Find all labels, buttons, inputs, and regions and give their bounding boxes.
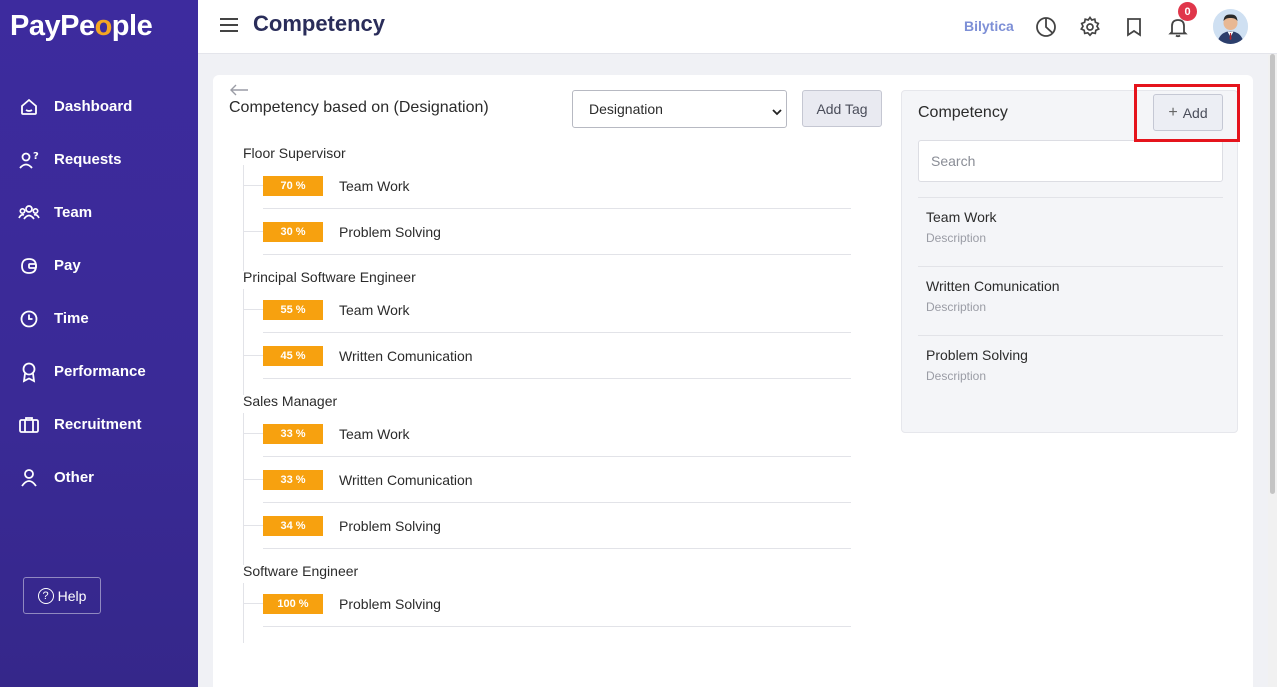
designation-select[interactable]: Designation [572, 90, 787, 128]
main-panel: Competency based on (Designation) Design… [213, 75, 1253, 687]
list-item: 33 % Team Work [243, 411, 851, 457]
help-label: Help [57, 587, 87, 604]
select-value: Designation [589, 101, 663, 117]
sidebar-item-performance[interactable]: Performance [0, 345, 198, 398]
designation-name: Software Engineer [243, 563, 359, 579]
chevron-down-icon [772, 104, 782, 116]
skill-name: Team Work [339, 301, 410, 318]
user-icon [18, 467, 40, 489]
sidebar-item-label: Requests [54, 151, 122, 168]
help-button[interactable]: ? Help [23, 577, 101, 614]
question-circle-icon: ? [37, 587, 54, 604]
search-input[interactable] [918, 140, 1223, 182]
percentage-badge: 34 % [263, 515, 323, 536]
plus-icon: + [1168, 103, 1178, 121]
designation-group: Floor Supervisor 70 % Team Work 30 % Pro… [243, 145, 853, 271]
svg-text:?: ? [33, 151, 39, 162]
sidebar-item-recruitment[interactable]: Recruitment [0, 398, 198, 451]
notification-badge: 0 [1178, 2, 1197, 21]
percentage-badge: 30 % [263, 221, 323, 242]
competency-card-title: Competency [918, 104, 1008, 121]
list-item: 100 % Problem Solving [243, 581, 851, 627]
list-item: 30 % Problem Solving [243, 209, 851, 255]
sidebar-item-label: Time [54, 310, 89, 327]
competency-name: Written Comunication [926, 278, 1060, 294]
avatar[interactable] [1213, 9, 1248, 44]
percentage-badge: 55 % [263, 299, 323, 320]
list-item: 45 % Written Comunication [243, 333, 851, 379]
back-arrow-icon[interactable] [229, 83, 249, 97]
list-item: 55 % Team Work [243, 287, 851, 333]
skill-name: Team Work [339, 425, 410, 442]
designation-name: Principal Software Engineer [243, 269, 416, 285]
add-competency-button[interactable]: + Add [1153, 94, 1223, 131]
skill-name: Team Work [339, 177, 410, 194]
sidebar-item-label: Performance [54, 363, 146, 380]
section-title: Competency based on (Designation) [229, 99, 489, 116]
company-name-link[interactable]: Bilytica [964, 18, 1014, 34]
list-item: 34 % Problem Solving [243, 503, 851, 549]
paypeople-logo[interactable]: PayPeople [10, 10, 153, 43]
user-question-icon: ? [18, 149, 40, 171]
skill-name: Written Comunication [339, 347, 473, 364]
competency-item[interactable]: Team Work Description [918, 197, 1223, 266]
award-icon [18, 361, 40, 383]
designation-groups: Floor Supervisor 70 % Team Work 30 % Pro… [243, 145, 853, 643]
hamburger-menu-icon[interactable] [220, 18, 238, 32]
page-scrollbar[interactable] [1268, 54, 1277, 687]
designation-group: Principal Software Engineer 55 % Team Wo… [243, 269, 853, 395]
sidebar-item-label: Team [54, 204, 93, 221]
sidebar-item-dashboard[interactable]: Dashboard [0, 80, 198, 133]
top-header: Competency Bilytica 0 [198, 0, 1277, 54]
page-title: Competency [253, 11, 386, 36]
scrollbar-thumb[interactable] [1270, 54, 1275, 494]
competency-description: Description [926, 231, 987, 245]
skill-name: Problem Solving [339, 223, 441, 240]
designation-name: Floor Supervisor [243, 145, 346, 161]
competency-description: Description [926, 369, 987, 383]
list-item: 33 % Written Comunication [243, 457, 851, 503]
sidebar-item-label: Pay [54, 257, 81, 274]
sidebar-item-label: Other [54, 469, 95, 486]
sidebar-item-label: Recruitment [54, 416, 142, 433]
sidebar: PayPeople Dashboard ? Requests Team Pay … [0, 0, 198, 687]
competency-name: Problem Solving [926, 347, 1028, 363]
sidebar-item-label: Dashboard [54, 98, 133, 115]
designation-name: Sales Manager [243, 393, 338, 409]
bookmark-icon[interactable] [1122, 15, 1146, 39]
briefcase-icon [18, 414, 40, 436]
team-icon [18, 202, 40, 224]
skill-name: Written Comunication [339, 471, 473, 488]
sidebar-item-other[interactable]: Other [0, 451, 198, 504]
clock-icon [18, 308, 40, 330]
sidebar-nav: Dashboard ? Requests Team Pay Time Perfo… [0, 80, 198, 504]
home-icon [18, 96, 40, 118]
gear-icon[interactable] [1078, 15, 1102, 39]
percentage-badge: 45 % [263, 345, 323, 366]
add-label: Add [1182, 104, 1208, 121]
competency-description: Description [926, 300, 987, 314]
percentage-badge: 70 % [263, 175, 323, 196]
skill-name: Problem Solving [339, 517, 441, 534]
sidebar-item-time[interactable]: Time [0, 292, 198, 345]
competency-name: Team Work [926, 209, 997, 225]
sidebar-item-pay[interactable]: Pay [0, 239, 198, 292]
designation-group: Sales Manager 33 % Team Work 33 % Writte… [243, 393, 853, 565]
sidebar-item-requests[interactable]: ? Requests [0, 133, 198, 186]
wallet-icon [18, 255, 40, 277]
pie-chart-icon[interactable] [1034, 15, 1058, 39]
competency-card: Competency + Add Team Work Description W… [901, 90, 1238, 433]
percentage-badge: 33 % [263, 423, 323, 444]
competency-item[interactable]: Problem Solving Description [918, 335, 1223, 404]
add-tag-button[interactable]: Add Tag [802, 90, 882, 127]
skill-name: Problem Solving [339, 595, 441, 612]
percentage-badge: 100 % [263, 593, 323, 614]
competency-list: Team Work Description Written Comunicati… [918, 197, 1223, 404]
designation-group: Software Engineer 100 % Problem Solving [243, 563, 853, 643]
sidebar-item-team[interactable]: Team [0, 186, 198, 239]
list-item: 70 % Team Work [243, 163, 851, 209]
competency-item[interactable]: Written Comunication Description [918, 266, 1223, 335]
percentage-badge: 33 % [263, 469, 323, 490]
